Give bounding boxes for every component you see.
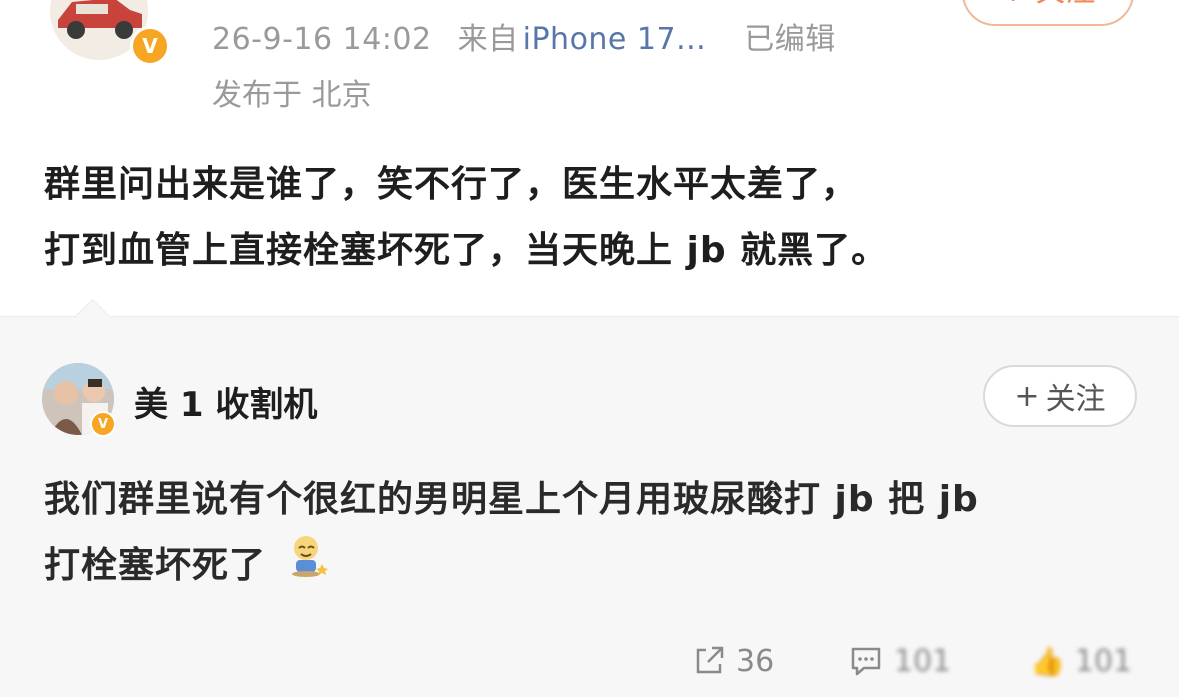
comment-card[interactable]: V 美 1 收割机 + 关注 我们群里说有个很红的男明星上个月用玻尿酸打 jb … xyxy=(0,298,1179,697)
share-icon xyxy=(696,646,724,674)
edited-label: 已编辑 xyxy=(744,22,836,57)
follow-label: 关注 xyxy=(1045,382,1106,417)
comment-icon xyxy=(851,647,881,676)
post-text-line: 打到血管上直接栓塞坏死了，当天晚上 jb 就黑了。 xyxy=(44,230,889,271)
post-location: 发布于 北京 xyxy=(212,78,372,113)
sit-emoji-icon xyxy=(288,534,328,600)
follow-button-comment[interactable]: + 关注 xyxy=(983,365,1137,427)
like-action[interactable]: 👍 101 xyxy=(1030,641,1132,681)
comment-text-line: 打栓塞坏死了 xyxy=(44,545,267,586)
comment-count: 101 xyxy=(894,643,952,679)
source-prefix: 来自 xyxy=(457,22,519,57)
comment-text-line: 我们群里说有个很红的男明星上个月用玻尿酸打 jb 把 jb xyxy=(44,479,979,520)
post-timestamp: 26-9-16 14:02 xyxy=(212,22,432,57)
source-device-link[interactable]: iPhone 17... xyxy=(523,22,707,57)
share-count: 36 xyxy=(736,643,775,679)
comment-action[interactable]: 101 xyxy=(848,641,951,681)
share-action[interactable]: 36 xyxy=(692,641,774,681)
post-body: 群里问出来是谁了，笑不行了，医生水平太差了， 打到血管上直接栓塞坏死了，当天晚上… xyxy=(44,152,1144,284)
comment-text-line-2: 打栓塞坏死了 xyxy=(44,533,1144,600)
verified-badge-icon: V xyxy=(130,26,170,66)
thumbs-up-icon: 👍 xyxy=(1030,644,1065,678)
commenter-name[interactable]: 美 1 收割机 xyxy=(134,377,317,426)
plus-icon: + xyxy=(1014,378,1040,414)
post-container: V 26-9-16 14:02 来自 iPhone 17... 已编辑 发布于 北… xyxy=(0,0,1179,316)
commenter-verified-icon: V xyxy=(90,411,116,437)
post-meta: 26-9-16 14:02 来自 iPhone 17... 已编辑 xyxy=(212,14,852,58)
comment-body: 我们群里说有个很红的男明星上个月用玻尿酸打 jb 把 jb 打栓塞坏死了 xyxy=(44,467,1144,600)
follow-button-top[interactable]: + 关注 xyxy=(962,0,1134,26)
like-count: 101 xyxy=(1074,643,1133,679)
post-text-line: 群里问出来是谁了，笑不行了，医生水平太差了， xyxy=(44,164,859,205)
